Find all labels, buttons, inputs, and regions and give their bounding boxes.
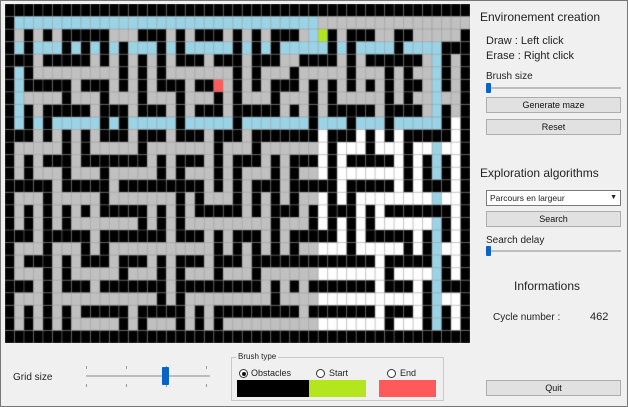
informations-title: Informations — [514, 279, 581, 293]
start-swatch[interactable] — [309, 380, 366, 397]
obstacles-swatch[interactable] — [237, 380, 309, 397]
maze-grid[interactable] — [5, 4, 470, 343]
grid-size-tick — [126, 366, 127, 369]
start-radio[interactable] — [316, 369, 325, 378]
start-label: Start — [329, 368, 349, 378]
search-delay-track[interactable] — [486, 250, 621, 252]
control-panel: Environement creation Draw : Left click … — [480, 0, 624, 405]
cycle-number-value: 462 — [590, 311, 609, 323]
quit-button[interactable]: Quit — [486, 380, 621, 396]
grid-size-tick — [86, 384, 87, 387]
search-delay-label: Search delay — [486, 235, 545, 246]
erase-hint: Erase : Right click — [486, 50, 575, 62]
brush-size-track[interactable] — [486, 87, 621, 89]
search-delay-thumb[interactable] — [486, 246, 491, 256]
obstacles-label: Obstacles — [251, 368, 292, 378]
grid-size-tick — [206, 366, 207, 369]
cycle-number-label: Cycle number : — [493, 312, 561, 323]
brush-type-title: Brush type — [236, 352, 279, 361]
obstacles-radio[interactable] — [239, 369, 248, 378]
grid-size-tick — [86, 366, 87, 369]
generate-maze-button[interactable]: Generate maze — [486, 97, 621, 113]
brush-size-label: Brush size — [486, 71, 533, 82]
algorithm-select[interactable]: Parcours en largeur ▼ — [486, 190, 621, 206]
reset-button[interactable]: Reset — [486, 119, 621, 135]
environment-title: Environement creation — [480, 10, 601, 24]
brush-size-thumb[interactable] — [486, 83, 491, 93]
dropdown-arrow-icon: ▼ — [610, 194, 617, 201]
grid-size-track[interactable] — [86, 375, 210, 377]
grid-size-thumb[interactable] — [162, 367, 170, 385]
grid-size-tick — [206, 384, 207, 387]
search-button[interactable]: Search — [486, 211, 621, 227]
end-swatch[interactable] — [379, 380, 436, 397]
grid-size-label: Grid size — [13, 372, 53, 383]
algorithm-selected-value: Parcours en largeur — [490, 193, 565, 203]
draw-hint: Draw : Left click — [486, 35, 564, 47]
end-label: End — [400, 368, 417, 378]
end-radio[interactable] — [387, 369, 396, 378]
grid-size-tick — [126, 384, 127, 387]
algorithms-title: Exploration algorithms — [480, 166, 599, 180]
